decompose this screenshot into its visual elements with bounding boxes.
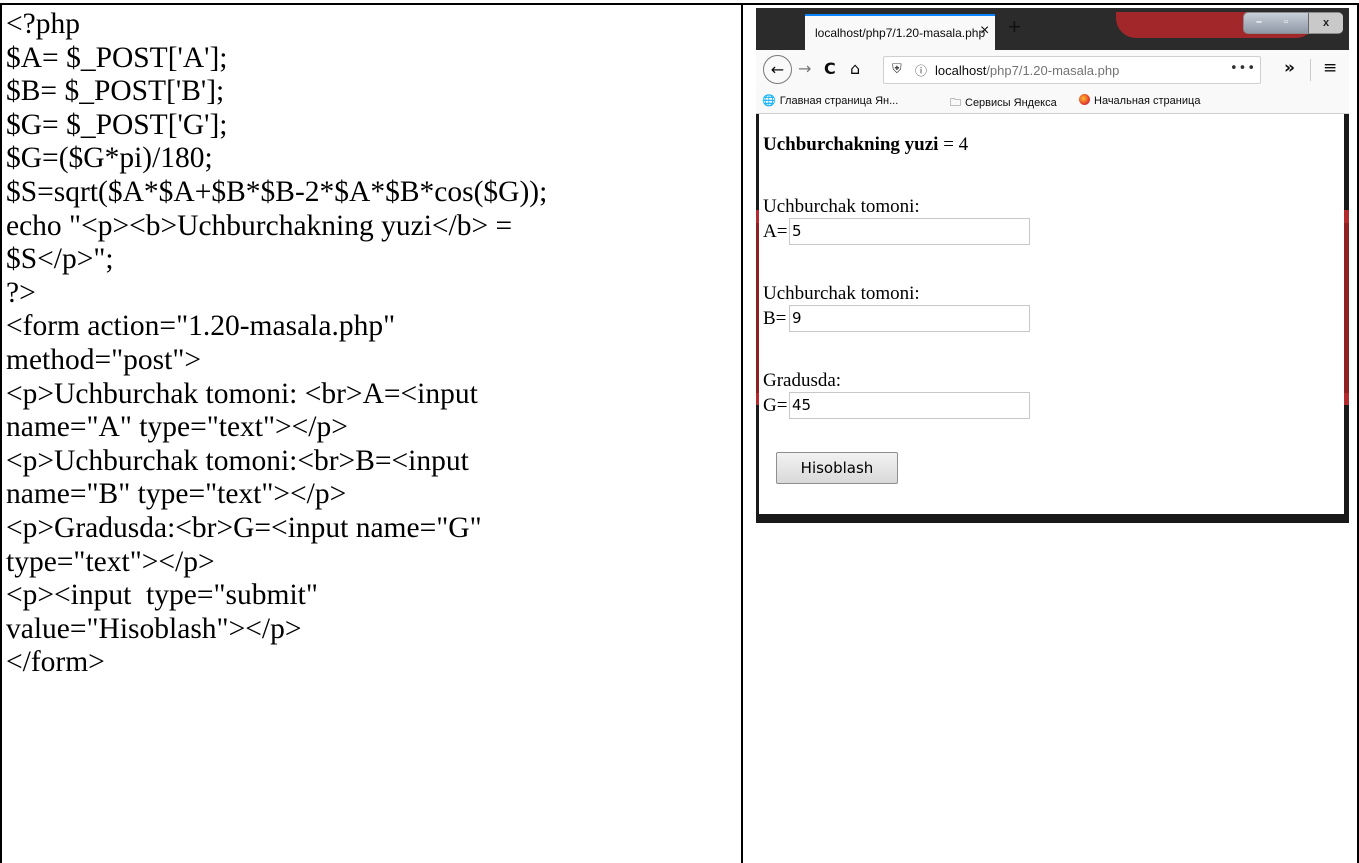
table-border-top	[0, 3, 1359, 5]
url-bar[interactable]: ⛨ ⓘ localhost/php7/1.20-masala.php •••	[883, 56, 1261, 84]
code-line: ?>	[6, 276, 36, 309]
url-path: /php7/1.20-masala.php	[986, 63, 1120, 78]
code-line: echo "<p><b>Uchburchakning yuzi</b> =	[6, 209, 513, 242]
side-a-label: Uchburchak tomoni:	[763, 196, 920, 217]
code-line: name="B" type="text"></p>	[6, 478, 347, 511]
bookmark-label: Главная страница Ян...	[779, 95, 899, 107]
page-content: Uchburchakning yuzi = 4 Uchburchak tomon…	[759, 114, 1344, 514]
code-line: $A= $_POST['A'];	[6, 41, 228, 74]
close-icon[interactable]: ×	[980, 22, 989, 40]
bookmarks-toolbar: 🌐 Главная страница Ян... 🗀 Сервисы Яндекса…	[756, 90, 1349, 114]
overflow-menu-button[interactable]: »	[1284, 58, 1295, 78]
code-line: <p><input type="submit"	[6, 579, 318, 612]
tab-active[interactable]: localhost/php7/1.20-masala.php ×	[805, 14, 995, 50]
url-host: localhost	[935, 63, 987, 78]
new-tab-button[interactable]: +	[1008, 16, 1021, 38]
tab-title: localhost/php7/1.20-masala.php	[815, 26, 986, 40]
code-line: <p>Uchburchak tomoni:<br>B=<input	[6, 444, 469, 477]
page-actions-button[interactable]: •••	[1230, 61, 1256, 76]
code-line: <form action="1.20-masala.php"	[6, 310, 396, 343]
side-b-input[interactable]: 9	[789, 305, 1030, 332]
bookmark-label: Начальная страница	[1094, 95, 1201, 107]
back-button[interactable]: ←	[763, 55, 792, 84]
code-line: value="Hisoblash"></p>	[6, 612, 302, 645]
window-controls: – ▫ x	[1243, 12, 1343, 34]
bookmark-label: Сервисы Яндекса	[965, 97, 1057, 109]
firefox-icon	[1079, 94, 1090, 105]
table-column-divider	[741, 3, 743, 863]
info-icon[interactable]: ⓘ	[915, 62, 927, 79]
window-close-button[interactable]: x	[1308, 13, 1343, 33]
hamburger-menu-icon[interactable]: ≡	[1323, 58, 1337, 78]
side-a-input[interactable]: 5	[789, 218, 1030, 245]
shield-icon[interactable]: ⛨	[892, 62, 902, 77]
code-line: $S=sqrt($A*$A+$B*$B-2*$A*$B*cos($G));	[6, 175, 548, 208]
calculate-button[interactable]: Hisoblash	[776, 452, 898, 484]
folder-icon: 🗀	[950, 96, 961, 109]
browser-window: localhost/php7/1.20-masala.php × + – ▫ x…	[756, 8, 1349, 523]
maximize-icon[interactable]: ▫	[1284, 16, 1288, 28]
bookmark-item[interactable]: 🌐 Главная страница Ян...	[762, 94, 898, 107]
code-line: <p>Uchburchak tomoni: <br>A=<input	[6, 377, 478, 410]
toolbar-separator	[1310, 59, 1311, 81]
url-text[interactable]: localhost/php7/1.20-masala.php	[935, 63, 1119, 78]
code-line: name="A" type="text"></p>	[6, 411, 348, 444]
angle-prefix: G=	[763, 395, 788, 416]
php-source-code: <?php $A= $_POST['A']; $B= $_POST['B']; …	[6, 8, 736, 680]
bookmark-item[interactable]: Начальная страница	[1079, 94, 1200, 107]
globe-icon: 🌐	[762, 94, 776, 107]
result-text: Uchburchakning yuzi = 4	[763, 134, 968, 156]
reload-button[interactable]: C	[824, 59, 836, 79]
code-line: <p>Gradusda:<br>G=<input name="G"	[6, 511, 482, 544]
angle-label: Gradusda:	[763, 370, 842, 391]
angle-input[interactable]: 45	[789, 392, 1030, 419]
navigation-toolbar: ← → C ⌂ ⛨ ⓘ localhost/php7/1.20-masala.p…	[756, 50, 1349, 90]
code-line: type="text"></p>	[6, 545, 215, 578]
tab-strip: localhost/php7/1.20-masala.php × + – ▫ x	[756, 8, 1349, 50]
code-line: $S</p>";	[6, 243, 114, 276]
code-line: </form>	[6, 646, 105, 679]
home-button[interactable]: ⌂	[850, 59, 860, 79]
side-a-prefix: A=	[763, 221, 788, 242]
code-line: method="post">	[6, 343, 202, 376]
code-line: $G= $_POST['G'];	[6, 108, 228, 141]
minimize-icon[interactable]: –	[1256, 16, 1262, 28]
code-line: $B= $_POST['B'];	[6, 75, 225, 108]
forward-button[interactable]: →	[798, 59, 811, 79]
code-line: $G=($G*pi)/180;	[6, 142, 213, 175]
side-b-prefix: B=	[763, 308, 787, 329]
table-border-left	[0, 3, 2, 863]
side-b-label: Uchburchak tomoni:	[763, 283, 920, 304]
result-value: = 4	[938, 134, 969, 155]
bookmark-folder[interactable]: 🗀 Сервисы Яндекса	[950, 94, 1057, 113]
result-label: Uchburchakning yuzi	[763, 134, 939, 155]
code-line: <?php	[6, 8, 80, 40]
